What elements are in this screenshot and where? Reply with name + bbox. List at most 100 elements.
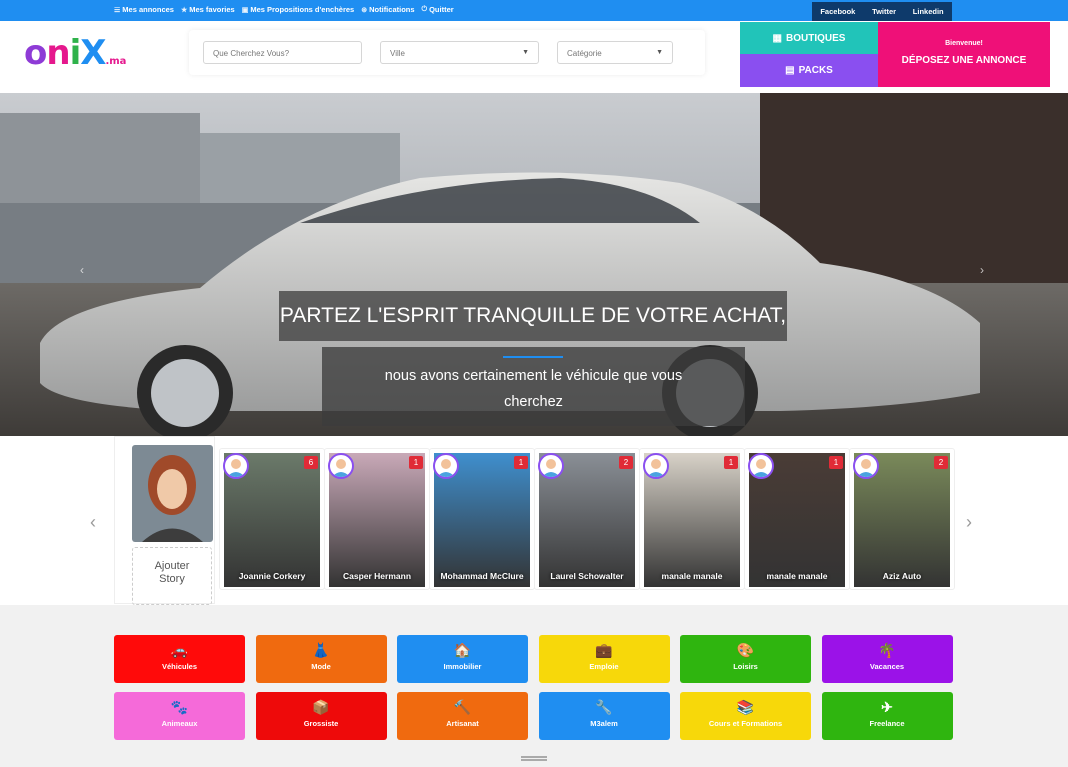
story-author: manale manale [661,571,723,581]
store-icon: ▦ [772,32,782,44]
category-cours-et-formations[interactable]: 📚 Cours et Formations [680,692,811,740]
stories-section: ‹ › Ajouter Story 6 Joannie Corkery 1 Caspe… [0,436,1068,605]
search-box: Que Cherchez Vous? Ville ▼ Catégorie ▼ [189,30,705,75]
caret-down-icon: ▼ [656,49,663,56]
star-icon: ★ [180,6,188,14]
city-select[interactable]: Ville ▼ [380,41,539,64]
category-select[interactable]: Catégorie ▼ [557,41,673,64]
user-photo [132,445,213,542]
story-author: manale manale [766,571,828,581]
category-emploie[interactable]: 💼 Emploie [538,635,670,683]
vacation-icon: 🌴 [878,642,896,658]
hero-prev-arrow[interactable]: ‹ [80,263,84,277]
facebook-link[interactable]: Facebook [820,7,855,16]
stories-prev-arrow[interactable]: ‹ [90,512,96,533]
hero-next-arrow[interactable]: › [980,263,984,277]
category-mode[interactable]: 👗 Mode [255,635,387,683]
package-icon: ▤ [785,65,795,76]
story-count-badge: 1 [409,456,423,469]
header: oniX.ma Que Cherchez Vous? Ville ▼ Catégo… [0,21,1068,93]
category-label: Emploie [589,662,619,671]
my-bids-link[interactable]: ▣ Mes Propositions d'enchères [242,5,355,14]
hero-slider: ‹ › PARTEZ L'ESPRIT TRANQUILLE DE VOTRE … [0,93,1068,436]
twitter-link[interactable]: Twitter [872,7,896,16]
leisure-icon: 🎨 [736,642,755,658]
avatar [433,453,459,479]
fashion-icon: 👗 [312,642,330,658]
site-logo[interactable]: oniX.ma [24,33,126,73]
user-links: ☰ Mes annonces ★ Mes favories ▣ Mes Proposi… [114,5,454,14]
story-author: Joannie Corkery [238,571,306,581]
story-count-badge: 1 [514,456,528,469]
logout-link[interactable]: ⏻ Quitter [422,5,454,14]
power-icon: ⏻ [421,5,428,13]
packs-button[interactable]: ▤ PACKS [740,54,878,87]
avatar [223,453,249,479]
category-v-hicules[interactable]: 🚗 Véhicules [114,635,245,683]
bell-icon: ⊛ [361,6,368,14]
story-card[interactable]: 1 Mohammad McClure [429,448,535,590]
category-grossiste[interactable]: 📦 Grossiste [255,692,387,740]
category-loisirs[interactable]: 🎨 Loisirs [680,635,811,683]
linkedin-link[interactable]: Linkedin [913,7,944,16]
category-immobilier[interactable]: 🏠 Immobilier [397,635,528,683]
category-freelance[interactable]: ✈ Freelance [821,692,953,740]
hero-subtitle: nous avons certainement le véhicule que … [322,347,745,426]
category-label: Véhicules [161,662,198,671]
course-icon: 📚 [736,699,755,715]
my-ads-link[interactable]: ☰ Mes annonces [114,5,174,14]
boutiques-button[interactable]: ▦ BOUTIQUES [740,22,878,54]
story-card[interactable]: 1 manale manale [639,448,745,590]
stories-next-arrow[interactable]: › [966,512,972,533]
image-icon: ▣ [241,6,249,14]
search-input[interactable]: Que Cherchez Vous? [203,41,362,64]
category-vacances[interactable]: 🌴 Vacances [821,635,953,683]
welcome-text: Bienvenue! [945,40,983,47]
avatar [748,453,774,479]
post-ad-button[interactable]: Bienvenue! DÉPOSEZ UNE ANNONCE [878,22,1050,87]
add-story-card[interactable]: Ajouter Story [114,436,215,605]
avatar [538,453,564,479]
category-m3alem[interactable]: 🔧 M3alem [538,692,670,740]
drag-handle[interactable] [521,756,547,761]
category-label: Immobilier [443,662,482,671]
category-label: M3alem [590,719,618,728]
car-icon: 🚗 [170,642,189,658]
my-favorites-link[interactable]: ★ Mes favories [181,5,235,14]
list-icon: ☰ [114,6,121,14]
avatar [328,453,354,479]
hero-title: PARTEZ L'ESPRIT TRANQUILLE DE VOTRE ACHA… [279,291,787,341]
category-label: Cours et Formations [708,719,783,728]
avatar [643,453,669,479]
story-count-badge: 2 [619,456,633,469]
story-card[interactable]: 1 Casper Hermann [324,448,430,590]
caret-down-icon: ▼ [522,49,529,56]
story-count-badge: 1 [829,456,843,469]
story-card[interactable]: 1 manale manale [744,448,850,590]
avatar [853,453,879,479]
story-card[interactable]: 2 Aziz Auto [849,448,955,590]
add-story-label: Ajouter Story [132,547,212,605]
house-icon: 🏠 [453,642,472,658]
story-count-badge: 2 [934,456,948,469]
story-author: Laurel Schowalter [550,571,624,581]
wholesale-icon: 📦 [312,699,330,715]
category-label: Loisirs [733,662,758,671]
animal-icon: 🐾 [170,699,189,715]
post-ad-label: DÉPOSEZ UNE ANNONCE [901,55,1027,66]
story-card[interactable]: 2 Laurel Schowalter [534,448,640,590]
story-card[interactable]: 6 Joannie Corkery [219,448,325,590]
category-artisanat[interactable]: 🔨 Artisanat [397,692,528,740]
category-label: Grossiste [303,719,339,728]
worker-icon: 🔧 [595,699,613,715]
story-author: Aziz Auto [882,571,922,581]
top-bar: ☰ Mes annonces ★ Mes favories ▣ Mes Proposi… [0,0,1068,21]
notifications-link[interactable]: ⊛ Notifications [361,5,414,14]
category-label: Mode [311,662,331,671]
category-label: Vacances [869,662,905,671]
story-author: Mohammad McClure [440,571,524,581]
category-label: Animeaux [161,719,198,728]
story-count-badge: 1 [724,456,738,469]
category-animeaux[interactable]: 🐾 Animeaux [114,692,245,740]
send-icon: ✈ [881,699,893,715]
